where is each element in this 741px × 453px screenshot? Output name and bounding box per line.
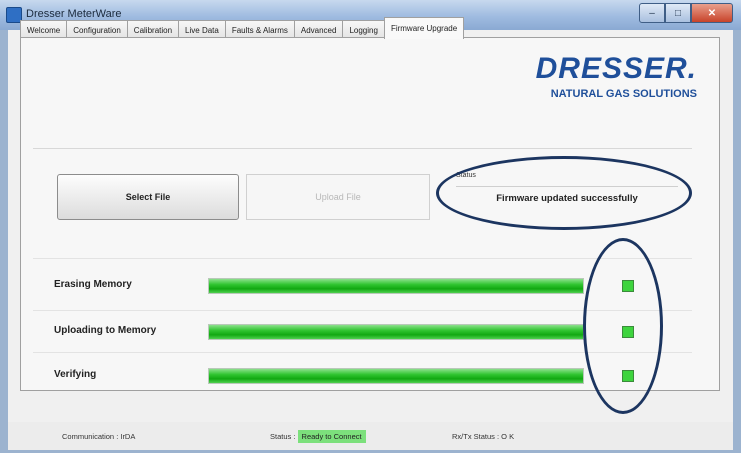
progress-fill	[209, 369, 583, 383]
tab-strip: Welcome Configuration Calibration Live D…	[20, 17, 465, 39]
connection-status: Status : Ready to Connect	[270, 430, 366, 443]
progress-label-uploading: Uploading to Memory	[54, 325, 157, 336]
close-button[interactable]: ✕	[691, 3, 733, 23]
progress-bar-erasing	[208, 278, 584, 294]
maximize-button[interactable]: □	[665, 3, 691, 23]
minimize-button[interactable]: –	[639, 3, 665, 23]
progress-label-erasing: Erasing Memory	[54, 279, 132, 290]
rxtx-status: Rx/Tx Status : O K	[452, 432, 515, 441]
select-file-button[interactable]: Select File	[57, 174, 239, 220]
progress-bar-verifying	[208, 368, 584, 384]
progress-bar-uploading	[208, 324, 584, 340]
logo-tagline: NATURAL GAS SOLUTIONS	[550, 88, 697, 100]
tab-firmware-upgrade[interactable]: Firmware Upgrade	[383, 17, 465, 39]
progress-label-verifying: Verifying	[54, 369, 97, 380]
connection-status-value: Ready to Connect	[297, 430, 366, 443]
status-highlight-ellipse	[436, 156, 692, 230]
logo-brand: DRESSER.	[535, 52, 697, 85]
led-highlight-ellipse	[583, 238, 663, 414]
connection-status-prefix: Status :	[270, 432, 296, 441]
window-controls: – □ ✕	[639, 3, 733, 23]
upload-file-button[interactable]: Upload File	[246, 174, 430, 220]
divider	[33, 258, 692, 259]
communication-status: Communication : IrDA	[62, 432, 136, 441]
dresser-logo: DRESSER. NATURAL GAS SOLUTIONS	[515, 52, 697, 100]
progress-fill	[209, 325, 583, 339]
progress-fill	[209, 279, 583, 293]
application-window: Dresser MeterWare – □ ✕ Welcome Configur…	[0, 0, 741, 453]
